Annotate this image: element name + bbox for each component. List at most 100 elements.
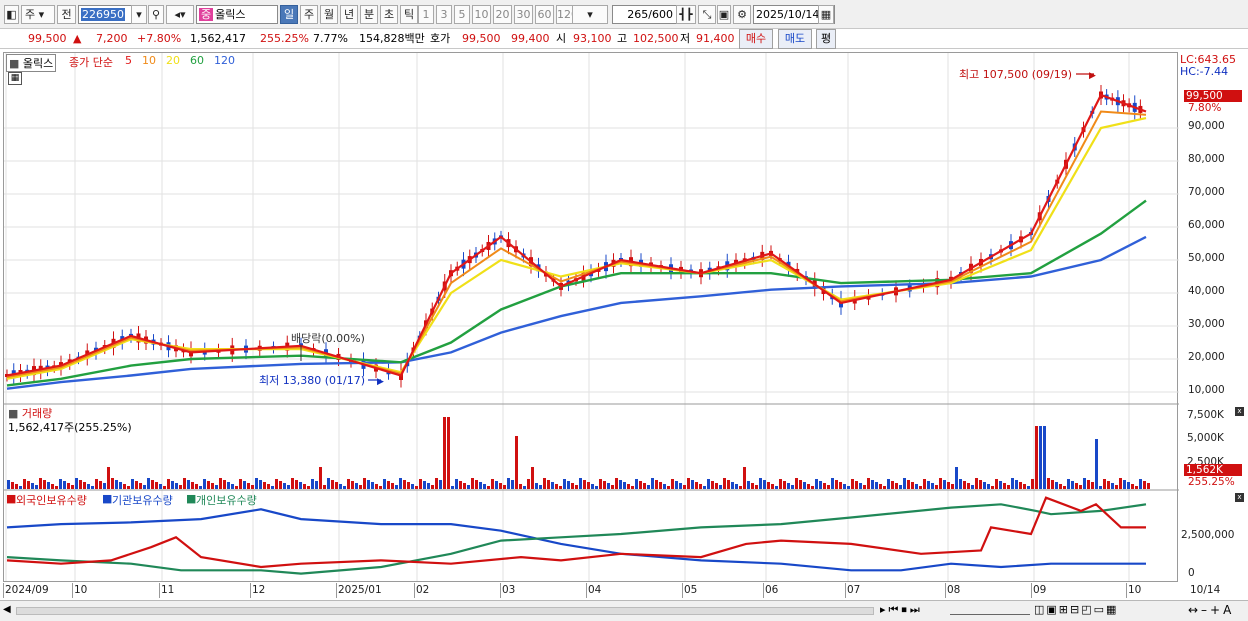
interval-button-3[interactable]: 10	[472, 5, 491, 24]
interval-button-2[interactable]: 5	[454, 5, 470, 24]
volume-bar	[403, 480, 406, 489]
speaker-icon[interactable]: ◂▾	[166, 5, 194, 24]
high-arrow-head: ▶	[1089, 71, 1096, 81]
volume-bar	[839, 482, 842, 489]
period-tab-5[interactable]: 초	[380, 5, 398, 24]
eval-button[interactable]: 평	[816, 29, 836, 49]
volume-bar	[467, 485, 470, 489]
search-icon[interactable]: ⚲	[148, 5, 164, 24]
period-tab-4[interactable]: 분	[360, 5, 378, 24]
count-field[interactable]: 265/600	[612, 5, 678, 24]
period-tab-3[interactable]: 년	[340, 5, 358, 24]
gear-icon[interactable]: ⚙	[733, 5, 751, 24]
volume-bar	[955, 467, 958, 489]
save-icon[interactable]: ▣	[717, 5, 731, 24]
volume-bar	[1095, 439, 1098, 489]
chart-area[interactable]: 최고 107,500 (09/19) ▶ 최저 13,380 (01/17) ▶ 배당락…	[3, 52, 1179, 582]
foreign-holding-line	[6, 496, 1146, 569]
close-volume-icon[interactable]: x	[1235, 407, 1244, 416]
zoom-controls-icon[interactable]: ↔–+A	[1188, 603, 1234, 617]
x-axis-divider	[414, 583, 415, 598]
volume-bar	[659, 482, 662, 489]
name-tag[interactable]: ■ 올릭스	[6, 54, 57, 72]
volume-bar	[559, 486, 562, 489]
x-axis-tick: 2025/01	[338, 584, 382, 596]
volume-bar	[967, 483, 970, 489]
interval-button-6[interactable]: 60	[535, 5, 554, 24]
last-price-pct: 7.80%	[1188, 102, 1222, 114]
volume-bar	[727, 480, 730, 489]
volume-bar	[155, 482, 158, 489]
calendar-icon[interactable]: ▦	[818, 5, 834, 24]
volume-bar	[503, 485, 506, 489]
dividend-annotation: 배당락(0.00%)	[291, 332, 365, 345]
stock-badge: 중	[199, 8, 214, 21]
ma-legend-120: 120	[214, 54, 235, 67]
volume-bar	[1059, 484, 1062, 489]
volume-bar	[879, 484, 882, 489]
period-tab-2[interactable]: 월	[320, 5, 338, 24]
volume-bar	[135, 481, 138, 489]
up-arrow-icon: ▲	[73, 32, 82, 45]
window-menu-icon[interactable]: ◧	[4, 5, 19, 24]
period-tab-0[interactable]: 일	[280, 5, 298, 24]
volume-bar	[1071, 481, 1074, 489]
turnover: 7.77%	[313, 32, 348, 45]
volume-bar	[927, 481, 930, 489]
playback-controls-icon[interactable]: ▸⏮⏹⏭	[880, 603, 923, 617]
volume-bar	[83, 482, 86, 489]
count-value: 265	[627, 8, 649, 21]
table-icon[interactable]: ▦	[8, 72, 22, 85]
volume-bar	[63, 481, 66, 489]
volume-bar	[987, 484, 990, 489]
x-axis-divider	[500, 583, 501, 598]
stock-name-field[interactable]: 중 올릭스	[196, 5, 278, 24]
zoom-slider[interactable]	[950, 607, 1030, 615]
chart-svg: 최고 107,500 (09/19) ▶ 최저 13,380 (01/17) ▶ 배당락…	[4, 53, 1179, 581]
code-dropdown-icon[interactable]: ▾	[131, 5, 147, 24]
interval-button-0[interactable]: 1	[418, 5, 434, 24]
draw-tool-icon[interactable]: ⤡	[698, 5, 716, 24]
volume-bar	[67, 483, 70, 489]
holding-legend-1: ■	[102, 492, 113, 505]
volume-bar	[1051, 480, 1054, 489]
period-tab-1[interactable]: 주	[300, 5, 318, 24]
market-select[interactable]: 주 ▾	[21, 5, 55, 24]
scrollbar[interactable]	[16, 607, 874, 615]
volume-bar	[943, 480, 946, 489]
x-axis-tick: 03	[502, 584, 516, 596]
period-tab-6[interactable]: 틱	[400, 5, 418, 24]
high-annotation: 최고 107,500 (09/19)	[959, 68, 1072, 81]
close-holding-icon[interactable]: x	[1235, 493, 1244, 502]
interval-dropdown[interactable]: ▾	[572, 5, 608, 24]
volume-bar	[251, 485, 254, 489]
volume-bar	[255, 478, 258, 489]
stock-code-value: 226950	[81, 8, 125, 21]
volume-bar	[59, 479, 62, 489]
volume-bar	[675, 481, 678, 489]
volume-bar	[543, 478, 546, 489]
volume-bar	[571, 483, 574, 489]
volume-bar	[323, 485, 326, 489]
volume-bar	[523, 486, 526, 489]
volume-bar	[827, 485, 830, 489]
volume-bar	[935, 485, 938, 489]
candle-type-icon[interactable]: ┫┣	[676, 5, 696, 24]
buy-button[interactable]: 매수	[739, 29, 773, 49]
scroll-left-icon[interactable]: ◀	[3, 604, 11, 615]
volume-bar	[411, 484, 414, 489]
interval-button-4[interactable]: 20	[493, 5, 512, 24]
chart-tools-icon[interactable]: ◫▣⊞⊟◰▭▦	[1034, 603, 1118, 616]
volume-bar	[19, 486, 22, 489]
price-y-tick: 20,000	[1188, 351, 1225, 363]
holding-y-tick: 2,500,000	[1181, 529, 1235, 541]
prev-button[interactable]: 전	[57, 5, 76, 24]
stock-code-input[interactable]: 226950	[78, 5, 138, 24]
volume-bar	[639, 481, 642, 489]
x-axis-tick: 10	[1128, 584, 1142, 596]
interval-button-5[interactable]: 30	[514, 5, 533, 24]
interval-button-1[interactable]: 3	[436, 5, 452, 24]
volume-bar	[475, 480, 478, 489]
x-axis-divider	[845, 583, 846, 598]
sell-button[interactable]: 매도	[778, 29, 812, 49]
